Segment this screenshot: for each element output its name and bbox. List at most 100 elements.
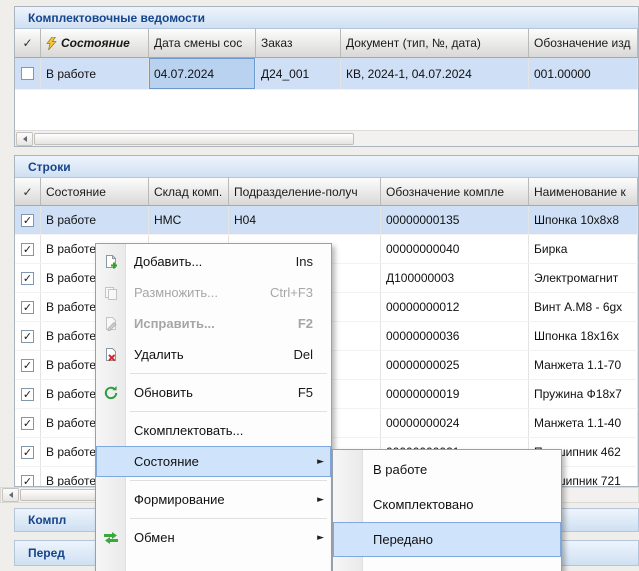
state-submenu-items: В работеСкомплектовано Передано [333, 452, 561, 557]
cell-name[interactable]: Манжета 1.1-70 [529, 351, 638, 379]
stroki-row[interactable]: ✓ В работеНМСН0400000000135Шпонка 10х8х8 [15, 206, 638, 235]
scroll-left-button[interactable] [2, 488, 19, 502]
cell-document[interactable]: КВ, 2024-1, 04.07.2024 [341, 58, 529, 89]
cell-designation[interactable]: 00000000024 [381, 409, 529, 437]
row-checkbox[interactable]: ✓ [21, 475, 34, 488]
cell-name[interactable]: Бирка [529, 235, 638, 263]
column-header-department[interactable]: Подразделение-получ [229, 178, 381, 205]
cell-check: ✓ [15, 409, 41, 437]
column-header-label: Обозначение компле [386, 185, 504, 199]
cell-check: ✓ [15, 293, 41, 321]
menu-item-edit[interactable]: Исправить...F2 [96, 308, 331, 339]
cell-check: ✓ [15, 322, 41, 350]
scrollbar-thumb[interactable] [34, 133, 354, 145]
submenu-item-transferred[interactable]: Передано [333, 522, 561, 557]
cell-name[interactable]: Пружина Ф18х7 [529, 380, 638, 408]
column-header-document[interactable]: Документ (тип, №, дата) [341, 29, 529, 57]
column-header-label: Подразделение-получ [234, 185, 358, 199]
menu-item-delete[interactable]: УдалитьDel [96, 339, 331, 370]
menu-item-exchange[interactable]: Обмен► [96, 522, 331, 553]
menu-item-label: Формирование [134, 492, 225, 507]
row-checkbox[interactable]: ✓ [21, 446, 34, 459]
column-header-warehouse[interactable]: Склад комп. [149, 178, 229, 205]
scroll-left-button[interactable] [16, 132, 33, 146]
column-header-state[interactable]: Состояние [41, 178, 149, 205]
cell-date[interactable]: 04.07.2024 [149, 58, 256, 89]
menu-item-assemble[interactable]: Скомплектовать... [96, 415, 331, 446]
row-checkbox[interactable]: ✓ [21, 301, 34, 314]
cell-designation[interactable]: 00000000019 [381, 380, 529, 408]
add-document-icon [101, 253, 121, 271]
menu-item-label: Размножить... [134, 285, 218, 300]
menu-item-state[interactable]: Состояние ► [96, 446, 331, 477]
panel-header-stroki[interactable]: Строки [15, 156, 638, 178]
column-header-check-all[interactable]: ✓ [15, 178, 41, 205]
menu-shortcut: Del [283, 347, 313, 362]
menu-separator [96, 370, 331, 377]
lightning-icon [46, 37, 57, 50]
column-header-label: Дата смены сос [154, 36, 242, 50]
submenu-arrow-icon: ► [317, 533, 324, 543]
column-header-state[interactable]: Состояние [41, 29, 149, 57]
column-header-check-all[interactable]: ✓ [15, 29, 41, 57]
panel-header-vedomosti[interactable]: Комплектовочные ведомости [15, 7, 638, 29]
row-checkbox[interactable]: ✓ [21, 359, 34, 372]
row-checkbox[interactable]: ✓ [21, 330, 34, 343]
cell-designation[interactable]: 00000000036 [381, 322, 529, 350]
cell-name[interactable]: Винт А.М8 - 6gх [529, 293, 638, 321]
panel-title: Комплектовочные ведомости [28, 11, 205, 25]
cell-check: ✓ [15, 235, 41, 263]
row-checkbox[interactable] [21, 67, 34, 80]
cell-name[interactable]: Шпонка 10х8х8 [529, 206, 638, 234]
stroki-column-headers: ✓ Состояние Склад комп. Подразделение-по… [15, 178, 638, 206]
column-header-date[interactable]: Дата смены сос [149, 29, 256, 57]
cell-state[interactable]: В работе [41, 206, 149, 234]
menu-item-label: Состояние [134, 454, 199, 469]
menu-item-label: Передано [373, 532, 433, 547]
panel-vedomosti: Комплектовочные ведомости ✓ Состояние Да… [14, 6, 639, 147]
menu-item-label: Исправить... [134, 316, 215, 331]
submenu-item-in-work[interactable]: В работе [333, 452, 561, 487]
menu-item-formation[interactable]: Формирование► [96, 484, 331, 515]
menu-item-add[interactable]: Добавить...Ins [96, 246, 331, 277]
vedomosti-rows: В работе04.07.2024Д24_001КВ, 2024-1, 04.… [15, 58, 638, 90]
cell-name[interactable]: Манжета 1.1-40 [529, 409, 638, 437]
cell-warehouse[interactable]: НМС [149, 206, 229, 234]
cell-order[interactable]: Д24_001 [256, 58, 341, 89]
cell-check: ✓ [15, 467, 41, 487]
submenu-item-assembled[interactable]: Скомплектовано [333, 487, 561, 522]
menu-item-duplicate[interactable]: Размножить...Ctrl+F3 [96, 277, 331, 308]
cell-name[interactable]: Шпонка 18х16х [529, 322, 638, 350]
column-header-designation[interactable]: Обозначение компле [381, 178, 529, 205]
cell-check [15, 58, 41, 89]
cell-check: ✓ [15, 264, 41, 292]
column-header-designation[interactable]: Обозначение изд [529, 29, 638, 57]
cell-designation[interactable]: 00000000135 [381, 206, 529, 234]
column-header-order[interactable]: Заказ [256, 29, 341, 57]
column-header-name[interactable]: Наименование к [529, 178, 638, 205]
cell-check: ✓ [15, 206, 41, 234]
row-checkbox[interactable]: ✓ [21, 243, 34, 256]
arrow-left-icon [9, 492, 13, 498]
row-checkbox[interactable]: ✓ [21, 417, 34, 430]
state-submenu: В работеСкомплектовано Передано [332, 449, 562, 571]
cell-state[interactable]: В работе [41, 58, 149, 89]
cell-designation[interactable]: 00000000025 [381, 351, 529, 379]
cell-department[interactable]: Н04 [229, 206, 381, 234]
column-header-label: Состояние [61, 36, 130, 50]
cell-designation[interactable]: 00000000040 [381, 235, 529, 263]
submenu-arrow-icon: ► [317, 457, 324, 467]
vedomosti-row[interactable]: В работе04.07.2024Д24_001КВ, 2024-1, 04.… [15, 58, 638, 90]
row-checkbox[interactable]: ✓ [21, 272, 34, 285]
cell-designation[interactable]: 001.00000 [529, 58, 638, 89]
menu-item-refresh[interactable]: ОбновитьF5 [96, 377, 331, 408]
row-checkbox[interactable]: ✓ [21, 388, 34, 401]
vedomosti-hscrollbar[interactable] [15, 130, 638, 146]
column-header-label: Наименование к [534, 185, 626, 199]
cell-designation[interactable]: Д100000003 [381, 264, 529, 292]
check-all-icon: ✓ [22, 36, 32, 50]
cell-name[interactable]: Электромагнит [529, 264, 638, 292]
cell-designation[interactable]: 00000000012 [381, 293, 529, 321]
context-menu-items: Добавить...InsРазмножить...Ctrl+F3Исправ… [96, 246, 331, 553]
row-checkbox[interactable]: ✓ [21, 214, 34, 227]
